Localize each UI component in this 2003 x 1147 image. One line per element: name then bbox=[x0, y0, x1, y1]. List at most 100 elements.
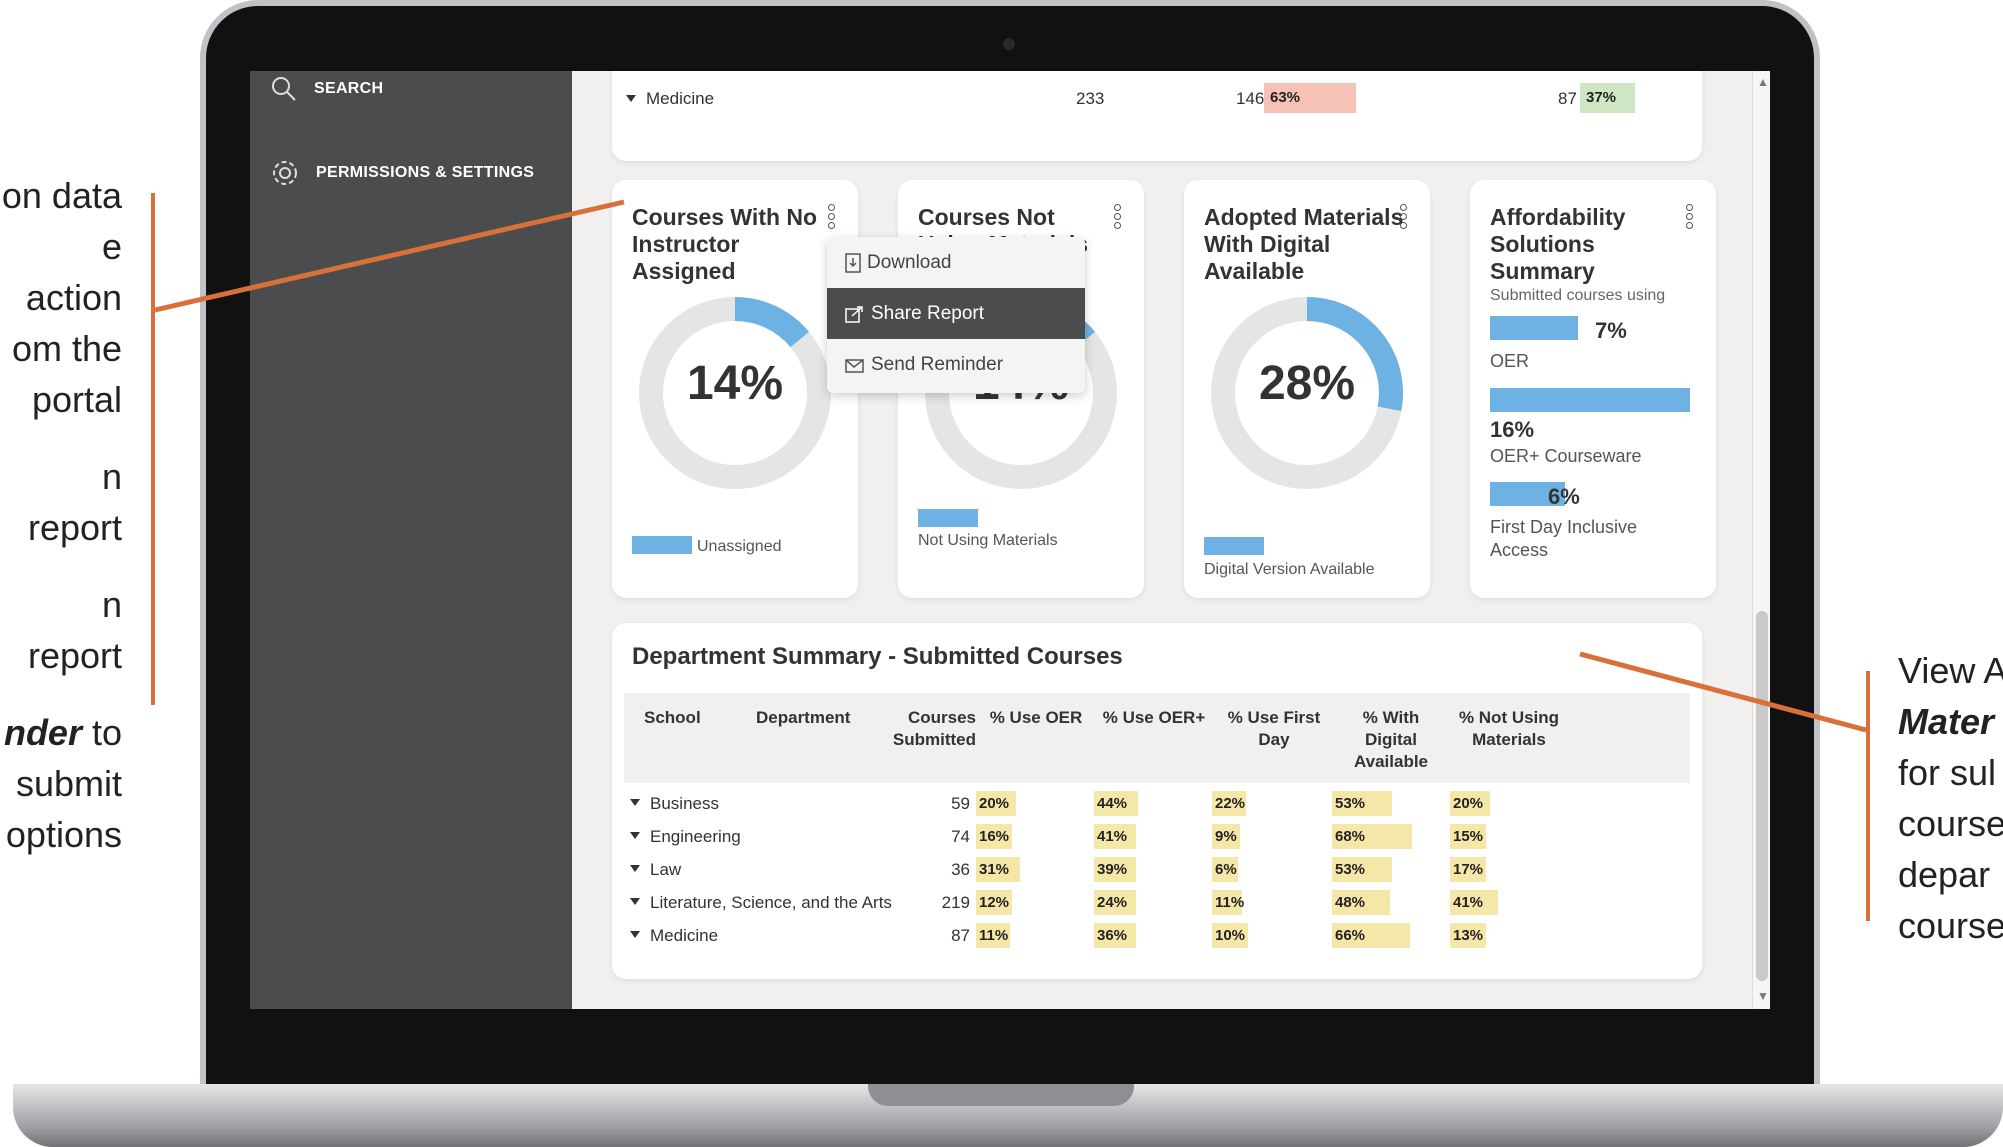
search-icon bbox=[272, 77, 296, 101]
legend-swatch bbox=[632, 536, 692, 554]
cell-school: Law bbox=[650, 860, 682, 879]
column-header[interactable]: % Not Using Materials bbox=[1454, 707, 1564, 751]
cell-oerplus: 36% bbox=[1094, 923, 1136, 948]
callout-left-emphasis: nder bbox=[3, 712, 82, 753]
row-not-percent: 63% bbox=[1264, 83, 1356, 113]
affordability-pct: 6% bbox=[1548, 484, 1580, 509]
section-title: Department Summary - Submitted Courses bbox=[632, 643, 1123, 670]
column-header[interactable]: % With Digital Available bbox=[1344, 707, 1438, 773]
card-title: Adopted Materials With Digital Available bbox=[1204, 204, 1404, 284]
row-not-count: 146 bbox=[1236, 89, 1265, 108]
callout-right-line: depar bbox=[1898, 854, 1991, 895]
callout-right-line: Mater bbox=[1898, 701, 1995, 742]
affordability-label: OER bbox=[1490, 351, 1530, 371]
scrollbar-thumb[interactable] bbox=[1756, 611, 1768, 981]
card-title: Courses With No Instructor Assigned bbox=[632, 204, 818, 284]
callout-right: View A Mater for sul course depar course bbox=[1898, 645, 2003, 951]
menu-item-share[interactable]: Share Report bbox=[827, 288, 1085, 339]
more-options-icon[interactable] bbox=[1400, 204, 1410, 231]
sidebar-item-label: PERMISSIONS & SETTINGS bbox=[316, 164, 535, 181]
row-count: 87 bbox=[1558, 89, 1577, 108]
column-header[interactable]: % Use First Day bbox=[1222, 707, 1326, 751]
cell-courses: 87 bbox=[951, 926, 970, 945]
menu-item-download[interactable]: Download bbox=[827, 237, 1085, 288]
callout-right-line: course bbox=[1898, 803, 2003, 844]
menu-item-reminder[interactable]: Send Reminder bbox=[827, 339, 1085, 390]
menu-item-label: Share Report bbox=[871, 302, 985, 324]
cell-oerplus: 44% bbox=[1094, 791, 1138, 816]
table-row[interactable]: Medicine 233 146 63% 87 37% bbox=[626, 79, 1686, 123]
column-header[interactable]: Department bbox=[756, 707, 850, 729]
affordability-pct: 16% bbox=[1490, 417, 1535, 442]
callout-left-line: e action bbox=[25, 226, 122, 318]
callout-right-line: for sul bbox=[1898, 752, 1997, 793]
expand-caret-icon[interactable] bbox=[630, 931, 640, 938]
column-header[interactable]: % Use OER bbox=[984, 707, 1088, 729]
cell-oerplus: 24% bbox=[1094, 890, 1136, 915]
card-subtitle: Submitted courses using bbox=[1490, 287, 1666, 304]
expand-caret-icon[interactable] bbox=[630, 865, 640, 872]
cell-firstday: 10% bbox=[1212, 923, 1248, 948]
cell-digital: 68% bbox=[1332, 824, 1412, 849]
column-header[interactable]: Courses Submitted bbox=[886, 707, 976, 751]
cell-oer: 11% bbox=[976, 923, 1010, 948]
cell-notusing: 17% bbox=[1450, 857, 1486, 882]
callout-left-line: portal bbox=[31, 379, 122, 420]
cell-school: Business bbox=[650, 794, 719, 813]
cell-oer: 20% bbox=[976, 791, 1016, 816]
affordability-label: OER+ Courseware bbox=[1490, 446, 1642, 466]
callout-bracket-left bbox=[151, 193, 155, 705]
legend-label: Not Using Materials bbox=[918, 532, 1058, 549]
cell-firstday: 11% bbox=[1212, 890, 1244, 915]
expand-caret-icon[interactable] bbox=[630, 799, 640, 806]
more-options-icon[interactable] bbox=[1686, 204, 1696, 231]
cell-digital: 48% bbox=[1332, 890, 1390, 915]
column-header[interactable]: % Use OER+ bbox=[1098, 707, 1210, 729]
expand-caret-icon[interactable] bbox=[630, 898, 640, 905]
share-icon bbox=[845, 305, 863, 323]
column-header[interactable]: School bbox=[644, 707, 701, 729]
table-row[interactable]: Medicine 87 11% 36% 10% 66% 13% bbox=[624, 919, 1690, 952]
callout-bracket-right bbox=[1866, 671, 1870, 921]
menu-item-label: Send Reminder bbox=[871, 353, 1004, 375]
card-title: Affordability Solutions Summary bbox=[1490, 204, 1626, 284]
callout-right-line: course bbox=[1898, 905, 2003, 946]
cell-oer: 12% bbox=[976, 890, 1012, 915]
cell-firstday: 22% bbox=[1212, 791, 1246, 816]
table-row[interactable]: Literature, Science, and the Arts 219 12… bbox=[624, 886, 1690, 919]
callout-left-line: options bbox=[5, 814, 122, 855]
more-options-icon[interactable] bbox=[828, 204, 838, 231]
expand-caret-icon[interactable] bbox=[630, 832, 640, 839]
legend-swatch bbox=[918, 509, 978, 527]
scroll-down-icon[interactable]: ▼ bbox=[1757, 989, 1769, 1003]
stat-card-no-instructor: Courses With No Instructor Assigned 14% … bbox=[612, 180, 858, 598]
sidebar-item-search[interactable]: SEARCH bbox=[270, 75, 383, 103]
laptop-notch bbox=[868, 1084, 1134, 1106]
table-row[interactable]: Engineering 74 16% 41% 9% 68% 15% bbox=[624, 820, 1690, 853]
table-row[interactable]: Business 59 20% 44% 22% 53% 20% bbox=[624, 787, 1690, 820]
app-screen: SEARCH PERMISSIONS & SETTINGS Medicine 2… bbox=[250, 71, 1770, 1009]
legend-swatch bbox=[1204, 537, 1264, 555]
more-options-icon[interactable] bbox=[1114, 204, 1124, 231]
scroll-up-icon[interactable]: ▲ bbox=[1757, 75, 1769, 89]
expand-caret-icon[interactable] bbox=[626, 95, 636, 102]
sidebar-item-permissions[interactable]: PERMISSIONS & SETTINGS bbox=[270, 158, 534, 188]
scrollbar[interactable]: ▲ ▼ bbox=[1752, 71, 1770, 1009]
cell-firstday: 6% bbox=[1212, 857, 1238, 882]
callout-right-line: View A bbox=[1898, 650, 2003, 691]
department-summary-card: Department Summary - Submitted Courses S… bbox=[612, 623, 1702, 979]
sidebar: SEARCH PERMISSIONS & SETTINGS bbox=[250, 71, 572, 1009]
table-row[interactable]: Law 36 31% 39% 6% 53% 17% bbox=[624, 853, 1690, 886]
school-summary-card: Medicine 233 146 63% 87 37% bbox=[612, 71, 1702, 161]
sidebar-item-label: SEARCH bbox=[314, 80, 384, 97]
row-name: Medicine bbox=[646, 89, 715, 108]
cell-oer: 16% bbox=[976, 824, 1012, 849]
callout-left-line: on data bbox=[1, 175, 122, 216]
gear-icon bbox=[273, 161, 297, 185]
cell-school: Engineering bbox=[650, 827, 741, 846]
cell-school: Literature, Science, and the Arts bbox=[650, 893, 892, 912]
callout-left-line: n report bbox=[27, 456, 122, 548]
callout-left-line: n report bbox=[27, 584, 122, 676]
cell-digital: 53% bbox=[1332, 791, 1392, 816]
donut-value: 28% bbox=[1258, 357, 1356, 410]
